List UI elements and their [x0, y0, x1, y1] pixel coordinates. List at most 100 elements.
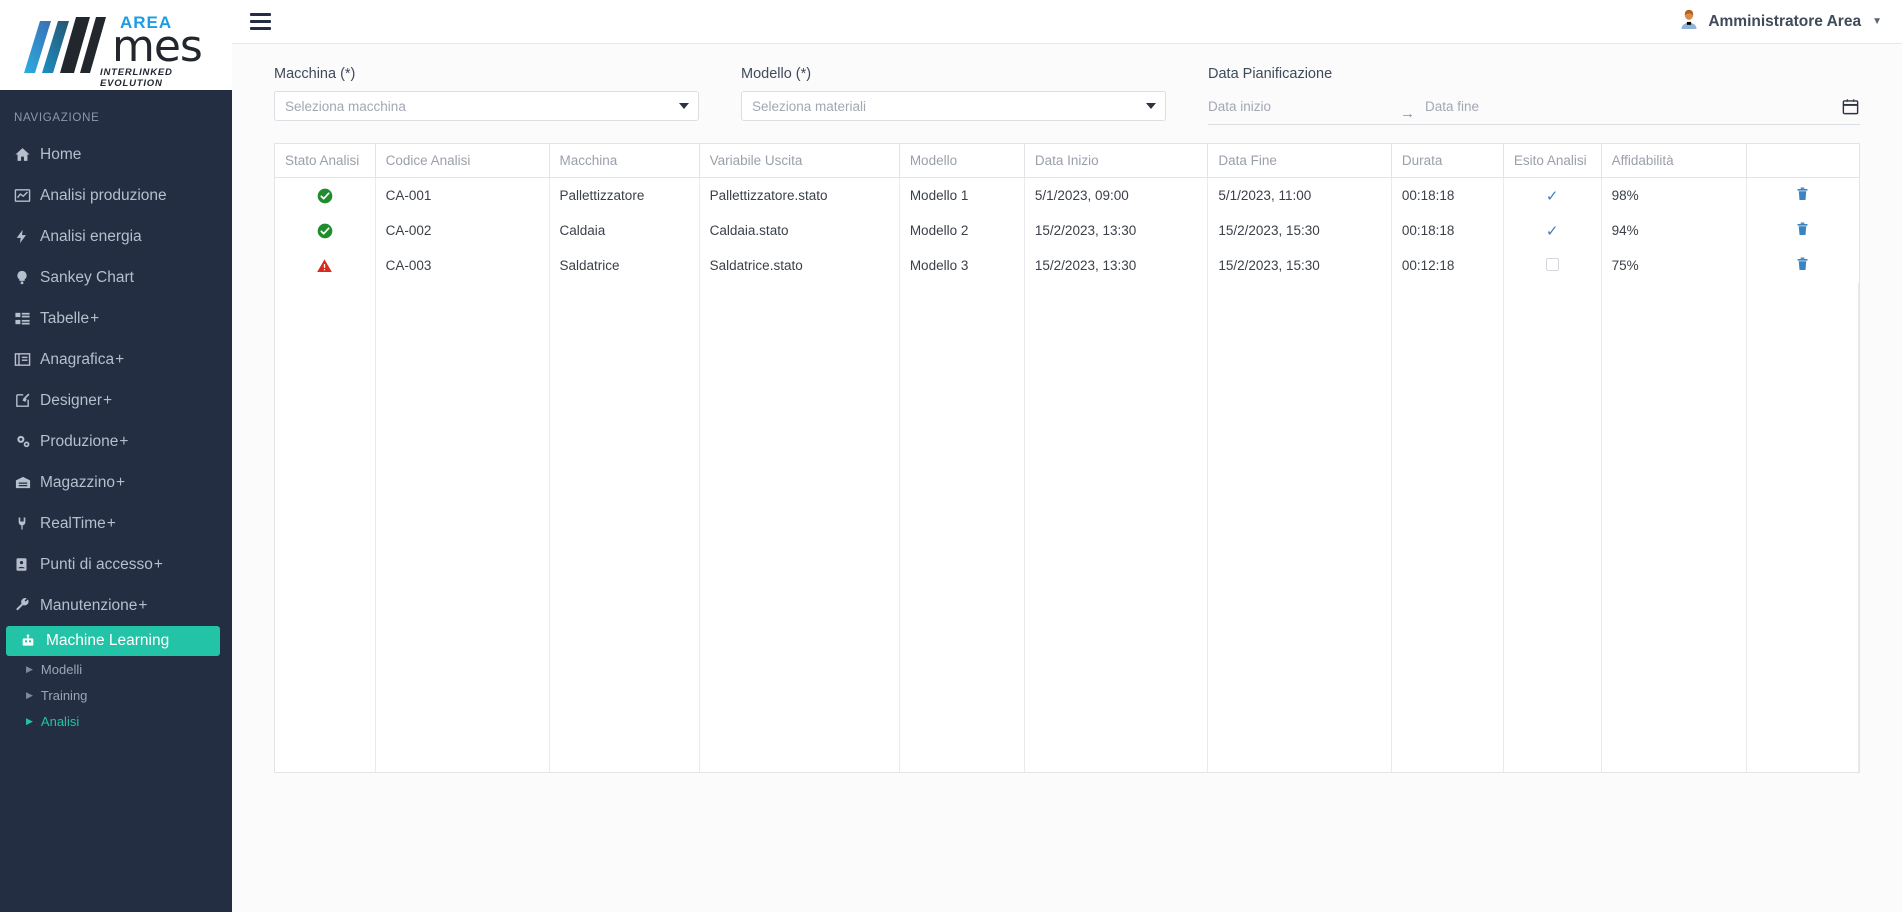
warehouse-icon — [14, 474, 40, 491]
table-row[interactable]: CA-001 Pallettizzatore Pallettizzatore.s… — [275, 177, 1859, 213]
cell-modello: Modello 1 — [899, 177, 1025, 213]
model-select[interactable]: Seleziona materiali — [741, 91, 1166, 121]
cell-codice-analisi: CA-002 — [375, 213, 550, 248]
sidebar-subitem-analisi[interactable]: ▶ Analisi — [0, 708, 232, 734]
sidebar-item-expand[interactable]: + — [138, 597, 147, 615]
date-label: Data Pianificazione — [1208, 66, 1333, 82]
sidebar-item-sankey-chart[interactable]: Sankey Chart — [0, 257, 232, 298]
cell-esito-analisi: ✓ — [1503, 177, 1602, 213]
calendar-icon[interactable] — [1841, 97, 1860, 116]
column-header-modello[interactable]: Modello — [899, 144, 1025, 178]
cell-codice-analisi: CA-001 — [375, 177, 550, 213]
cell-durata: 00:18:18 — [1391, 177, 1504, 213]
date-start-input[interactable]: Data inizio — [1208, 99, 1400, 114]
sidebar-item-label: Sankey Chart — [40, 268, 134, 286]
model-label: Modello (*) — [741, 66, 812, 82]
sidebar-item-punti-di-accesso[interactable]: Punti di accesso + — [0, 544, 232, 585]
sidebar-item-expand[interactable]: + — [90, 310, 99, 328]
sidebar-item-label: Manutenzione — [40, 596, 138, 614]
cell-data-inizio: 5/1/2023, 09:00 — [1024, 177, 1209, 213]
user-avatar-icon — [1679, 8, 1699, 35]
cell-actions — [1746, 248, 1858, 283]
sidebar-subitem-label: Training — [40, 687, 88, 703]
sidebar-item-label: Anagrafica — [40, 350, 115, 368]
robot-icon — [20, 633, 46, 649]
cell-data-inizio: 15/2/2023, 13:30 — [1024, 248, 1209, 283]
machine-select[interactable]: Seleziona macchina — [274, 91, 699, 121]
column-header-data-fine[interactable]: Data Fine — [1207, 144, 1392, 178]
sidebar-item-label: Tabelle — [40, 309, 90, 327]
sidebar-item-magazzino[interactable]: Magazzino + — [0, 462, 232, 503]
sidebar-item-expand[interactable]: + — [116, 474, 125, 492]
sidebar: AREA mes INTERLINKED EVOLUTION NAVIGAZIO… — [0, 0, 232, 912]
cell-modello: Modello 3 — [899, 248, 1025, 283]
sidebar-item-home[interactable]: Home — [0, 134, 232, 175]
table-header-row: Stato Analisi Codice Analisi Macchina Va… — [275, 144, 1859, 178]
column-header-affidabilita[interactable]: Affidabilità — [1601, 144, 1747, 178]
column-header-codice-analisi[interactable]: Codice Analisi — [375, 144, 550, 178]
check-icon: ✓ — [1545, 222, 1559, 240]
cell-data-inizio: 15/2/2023, 13:30 — [1024, 213, 1209, 248]
table-list-icon — [14, 310, 40, 327]
sidebar-subitem-training[interactable]: ▶ Training — [0, 682, 232, 708]
app-logo[interactable]: AREA mes INTERLINKED EVOLUTION — [0, 0, 232, 90]
sidebar-subitem-modelli[interactable]: ▶ Modelli — [0, 656, 232, 682]
sidebar-item-expand[interactable]: + — [154, 556, 163, 574]
cell-variabile-uscita: Pallettizzatore.stato — [699, 177, 900, 213]
chevron-right-icon: ▶ — [26, 689, 33, 700]
sidebar-item-manutenzione[interactable]: Manutenzione + — [0, 585, 232, 626]
table-row[interactable]: CA-002 Caldaia Caldaia.stato Modello 2 1… — [275, 213, 1859, 248]
id-card-icon — [14, 351, 40, 368]
sidebar-item-realtime[interactable]: RealTime + — [0, 503, 232, 544]
column-header-data-inizio[interactable]: Data Inizio — [1024, 144, 1209, 178]
column-header-actions — [1746, 144, 1859, 178]
sidebar-item-expand[interactable]: + — [107, 515, 116, 533]
check-circle-icon — [317, 188, 333, 204]
column-header-esito-analisi[interactable]: Esito Analisi — [1503, 144, 1602, 178]
date-end-input[interactable]: Data fine — [1425, 99, 1833, 114]
hamburger-icon[interactable] — [248, 9, 273, 34]
column-header-stato-analisi[interactable]: Stato Analisi — [275, 144, 376, 178]
sidebar-item-analisi-energia[interactable]: Analisi energia — [0, 216, 232, 257]
sidebar-item-anagrafica[interactable]: Anagrafica + — [0, 339, 232, 380]
sidebar-item-designer[interactable]: Designer + — [0, 380, 232, 421]
cell-modello: Modello 2 — [899, 213, 1025, 248]
analysis-table: Stato Analisi Codice Analisi Macchina Va… — [275, 144, 1859, 772]
analysis-table-container: Stato Analisi Codice Analisi Macchina Va… — [274, 143, 1860, 773]
chart-line-icon — [14, 187, 40, 204]
user-name-label: Amministratore Area — [1708, 12, 1862, 30]
column-header-macchina[interactable]: Macchina — [549, 144, 700, 178]
cell-data-fine: 5/1/2023, 11:00 — [1207, 177, 1392, 213]
chevron-down-icon[interactable]: ▼ — [1872, 16, 1882, 27]
user-menu[interactable]: Amministratore Area ▼ — [1679, 8, 1882, 35]
trash-icon[interactable] — [1795, 186, 1810, 202]
cell-data-fine: 15/2/2023, 15:30 — [1207, 213, 1392, 248]
trash-icon[interactable] — [1795, 221, 1810, 237]
sidebar-subitem-label: Modelli — [40, 661, 83, 677]
chevron-right-icon: ▶ — [26, 715, 33, 726]
filter-machine: Macchina (*) Seleziona macchina — [274, 66, 699, 121]
top-bar: Amministratore Area ▼ — [232, 0, 1902, 44]
sidebar-item-expand[interactable]: + — [103, 392, 112, 410]
cell-stato-analisi — [275, 213, 376, 248]
sidebar-item-expand[interactable]: + — [115, 351, 124, 369]
trash-icon[interactable] — [1795, 256, 1810, 272]
column-header-variabile-uscita[interactable]: Variabile Uscita — [699, 144, 900, 178]
sidebar-nav: Home Analisi produzione Analisi energia … — [0, 134, 232, 734]
cell-variabile-uscita: Saldatrice.stato — [699, 248, 900, 283]
cell-macchina: Saldatrice — [549, 248, 700, 283]
sidebar-item-machine-learning[interactable]: Machine Learning — [6, 626, 220, 656]
app-root: AREA mes INTERLINKED EVOLUTION NAVIGAZIO… — [0, 0, 1902, 912]
sidebar-item-label: Home — [40, 145, 82, 163]
sidebar-item-expand[interactable]: + — [119, 433, 128, 451]
sidebar-item-analisi-produzione[interactable]: Analisi produzione — [0, 175, 232, 216]
sidebar-item-tabelle[interactable]: Tabelle + — [0, 298, 232, 339]
table-row[interactable]: CA-003 Saldatrice Saldatrice.stato Model… — [275, 248, 1859, 283]
column-header-durata[interactable]: Durata — [1391, 144, 1504, 178]
lightbulb-icon — [14, 269, 40, 286]
cell-macchina: Caldaia — [549, 213, 700, 248]
date-range-input[interactable]: Data inizio → Data fine — [1208, 91, 1860, 125]
main-area: Amministratore Area ▼ Macchina (*) Selez… — [232, 0, 1902, 912]
wrench-icon — [14, 597, 40, 614]
sidebar-item-produzione[interactable]: Produzione + — [0, 421, 232, 462]
